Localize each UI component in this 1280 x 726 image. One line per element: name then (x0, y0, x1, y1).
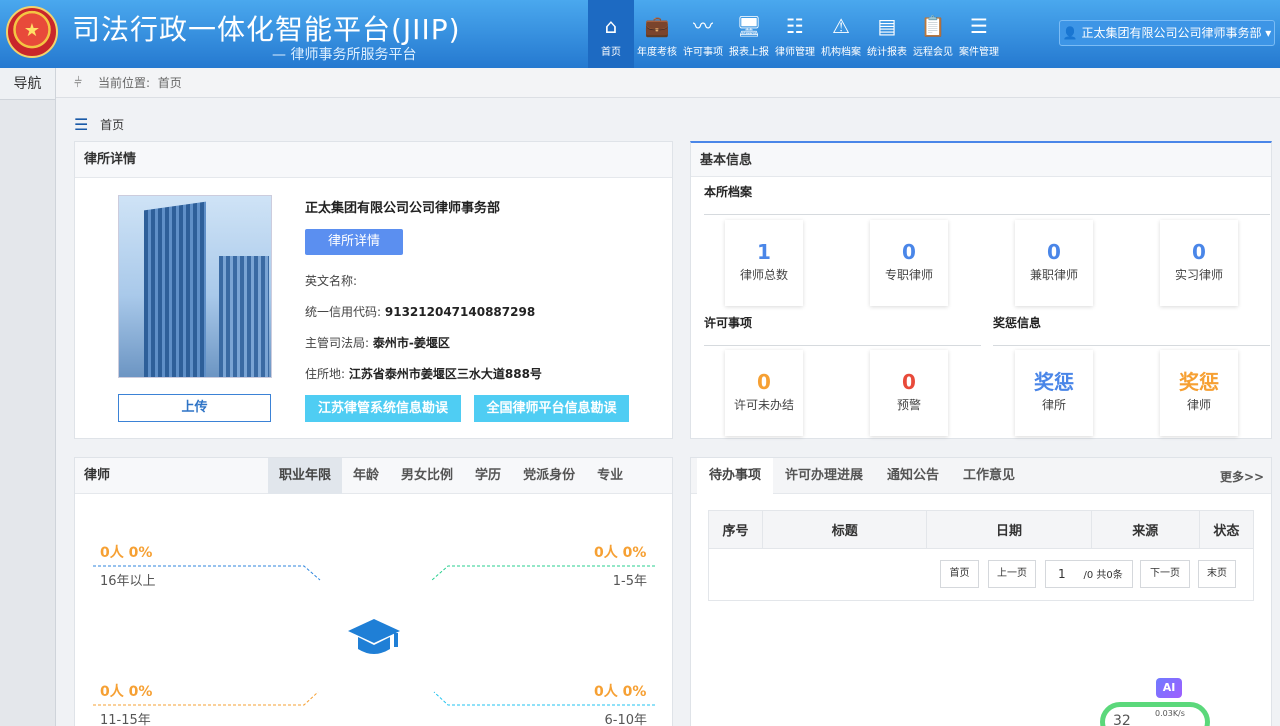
data-label-3: 0人 0% (100, 545, 153, 561)
data-label-1: 0人 0% (594, 684, 647, 700)
category-label-1: 6-10年 (604, 713, 647, 726)
pager-last[interactable]: 末页 (1198, 560, 1236, 588)
column-header: 标题 (762, 510, 928, 549)
tab-todo_card-2[interactable]: 通知公告 (875, 458, 951, 494)
tab-todo_card-3[interactable]: 工作意见 (951, 458, 1027, 494)
network-speed-widget[interactable]: 32 0.03K/s (1100, 702, 1210, 726)
data-label-2: 0人 0% (100, 684, 153, 700)
column-header: 状态 (1198, 510, 1255, 549)
pager-total: /0 共0条 (1083, 570, 1123, 581)
todo-tabs: 待办事项 许可办理进展 通知公告 工作意见 (697, 458, 1027, 494)
column-header: 来源 (1090, 510, 1200, 549)
pager-next[interactable]: 下一页 (1140, 560, 1190, 588)
net-speed: 0.03K/s (1155, 709, 1185, 718)
ai-assistant-button[interactable]: AI (1156, 678, 1182, 698)
category-label-0: 1-5年 (612, 574, 647, 589)
pager-prev[interactable]: 上一页 (988, 560, 1036, 588)
data-label-0: 0人 0% (594, 545, 647, 561)
pager-first[interactable]: 首页 (940, 560, 979, 588)
category-label-2: 11-15年 (100, 713, 151, 726)
pager-page-input[interactable]: 1 /0 共0条 (1045, 560, 1133, 588)
tab-todo_card-1[interactable]: 许可办理进展 (773, 458, 875, 494)
column-header: 序号 (707, 510, 764, 549)
more-link[interactable]: 更多>> (1220, 468, 1264, 485)
pager-page-value: 1 (1058, 567, 1066, 581)
tab-todo_card-0[interactable]: 待办事项 (697, 458, 774, 494)
column-header: 日期 (926, 510, 1092, 549)
cpu-percent: 32 (1113, 713, 1131, 726)
graduation-cap-icon (348, 619, 400, 654)
category-label-3: 16年以上 (100, 574, 156, 589)
